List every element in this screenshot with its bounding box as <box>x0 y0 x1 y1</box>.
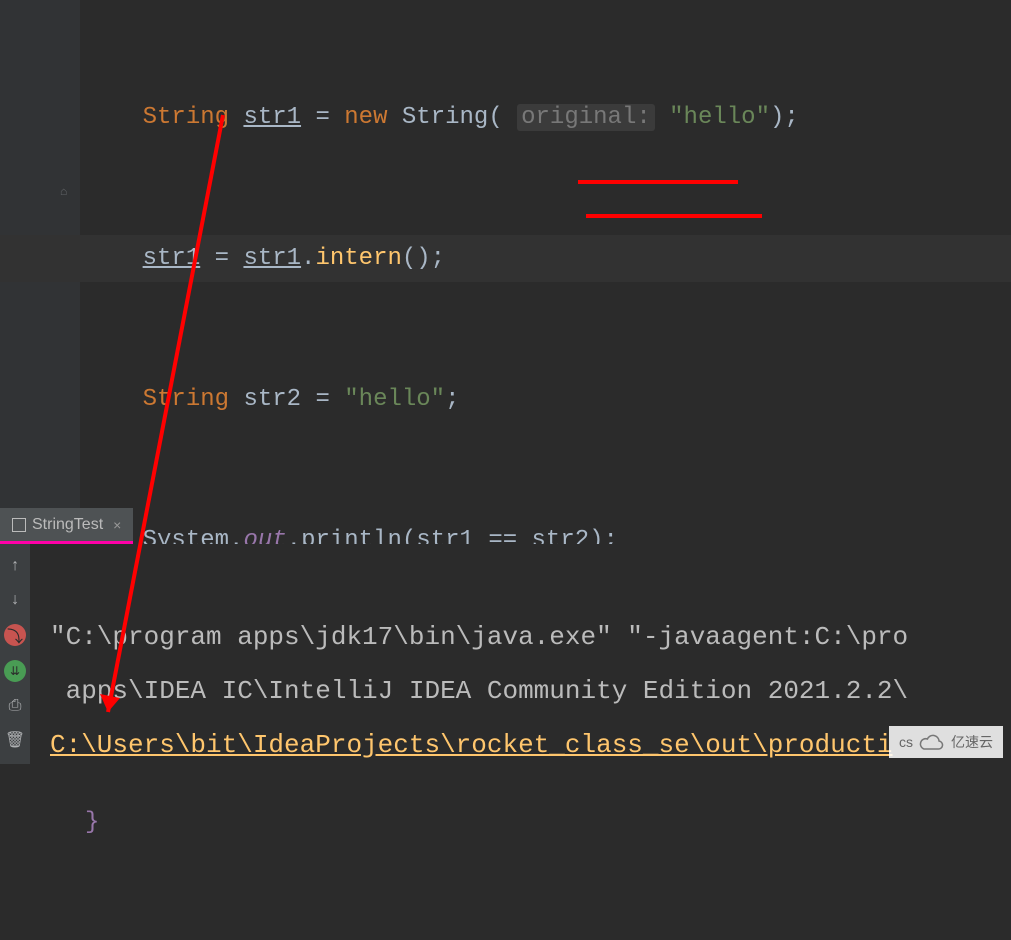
soft-wrap-icon[interactable]: ⤵ <box>4 624 26 646</box>
op-assign: = <box>315 386 329 413</box>
print-icon[interactable]: ⎙ <box>5 696 25 716</box>
watermark-text: 亿速云 <box>951 732 993 752</box>
var-str1: str1 <box>143 245 201 272</box>
scroll-down-icon[interactable]: ↓ <box>5 590 25 610</box>
var-str2: str2 <box>243 386 301 413</box>
console-cmd-line: "C:\program apps\jdk17\bin\java.exe" "-j… <box>50 622 908 652</box>
watermark: cs 亿速云 <box>889 726 1003 758</box>
code-line-2: str1 = str1.intern(); <box>0 235 1011 282</box>
type-keyword: String <box>143 104 229 131</box>
code-content: String str1 = new String( original: "hel… <box>85 0 1011 940</box>
scroll-up-icon[interactable]: ↑ <box>5 556 25 576</box>
console-link-line[interactable]: C:\Users\bit\IdeaProjects\rocket_class_s… <box>50 730 893 760</box>
new-keyword: new <box>344 104 387 131</box>
brace-close: } <box>85 809 99 836</box>
fold-handle-icon[interactable]: ⌂ <box>60 185 76 201</box>
method-intern: intern <box>315 245 401 272</box>
ref-str1: str1 <box>243 245 301 272</box>
op-assign: = <box>315 104 329 131</box>
tab-label: StringTest <box>32 516 103 534</box>
string-literal: "hello" <box>344 386 445 413</box>
code-editor[interactable]: ⌂ String str1 = new String( original: "h… <box>0 0 1011 508</box>
run-config-icon <box>12 518 26 532</box>
class-string: String <box>402 104 488 131</box>
code-line-6: } <box>85 799 1011 846</box>
console-output[interactable]: "C:\program apps\jdk17\bin\java.exe" "-j… <box>30 544 1011 764</box>
watermark-prefix: cs <box>899 734 913 750</box>
run-tab-bar: StringTest × <box>0 508 133 544</box>
console-panel: ↑ ↓ ⤵ ⇊ ⎙ 🗑 "C:\program apps\jdk17\bin\j… <box>0 544 1011 764</box>
console-toolbar: ↑ ↓ ⤵ ⇊ ⎙ 🗑 <box>0 544 30 764</box>
console-cmd-line: apps\IDEA IC\IntelliJ IDEA Community Edi… <box>50 676 908 706</box>
run-tab-stringtest[interactable]: StringTest × <box>0 508 133 544</box>
string-literal: "hello" <box>669 104 770 131</box>
close-icon[interactable]: × <box>113 517 121 533</box>
op-assign: = <box>215 245 229 272</box>
cloud-icon <box>919 733 945 751</box>
trash-icon[interactable]: 🗑 <box>5 730 25 750</box>
var-str1: str1 <box>243 104 301 131</box>
underline-annotation-1 <box>578 180 738 184</box>
type-keyword: String <box>143 386 229 413</box>
underline-annotation-2 <box>586 214 762 218</box>
param-hint: original: <box>517 104 655 131</box>
code-line-1: String str1 = new String( original: "hel… <box>85 94 1011 141</box>
scroll-to-end-icon[interactable]: ⇊ <box>4 660 26 682</box>
code-line-3: String str2 = "hello"; <box>85 376 1011 423</box>
